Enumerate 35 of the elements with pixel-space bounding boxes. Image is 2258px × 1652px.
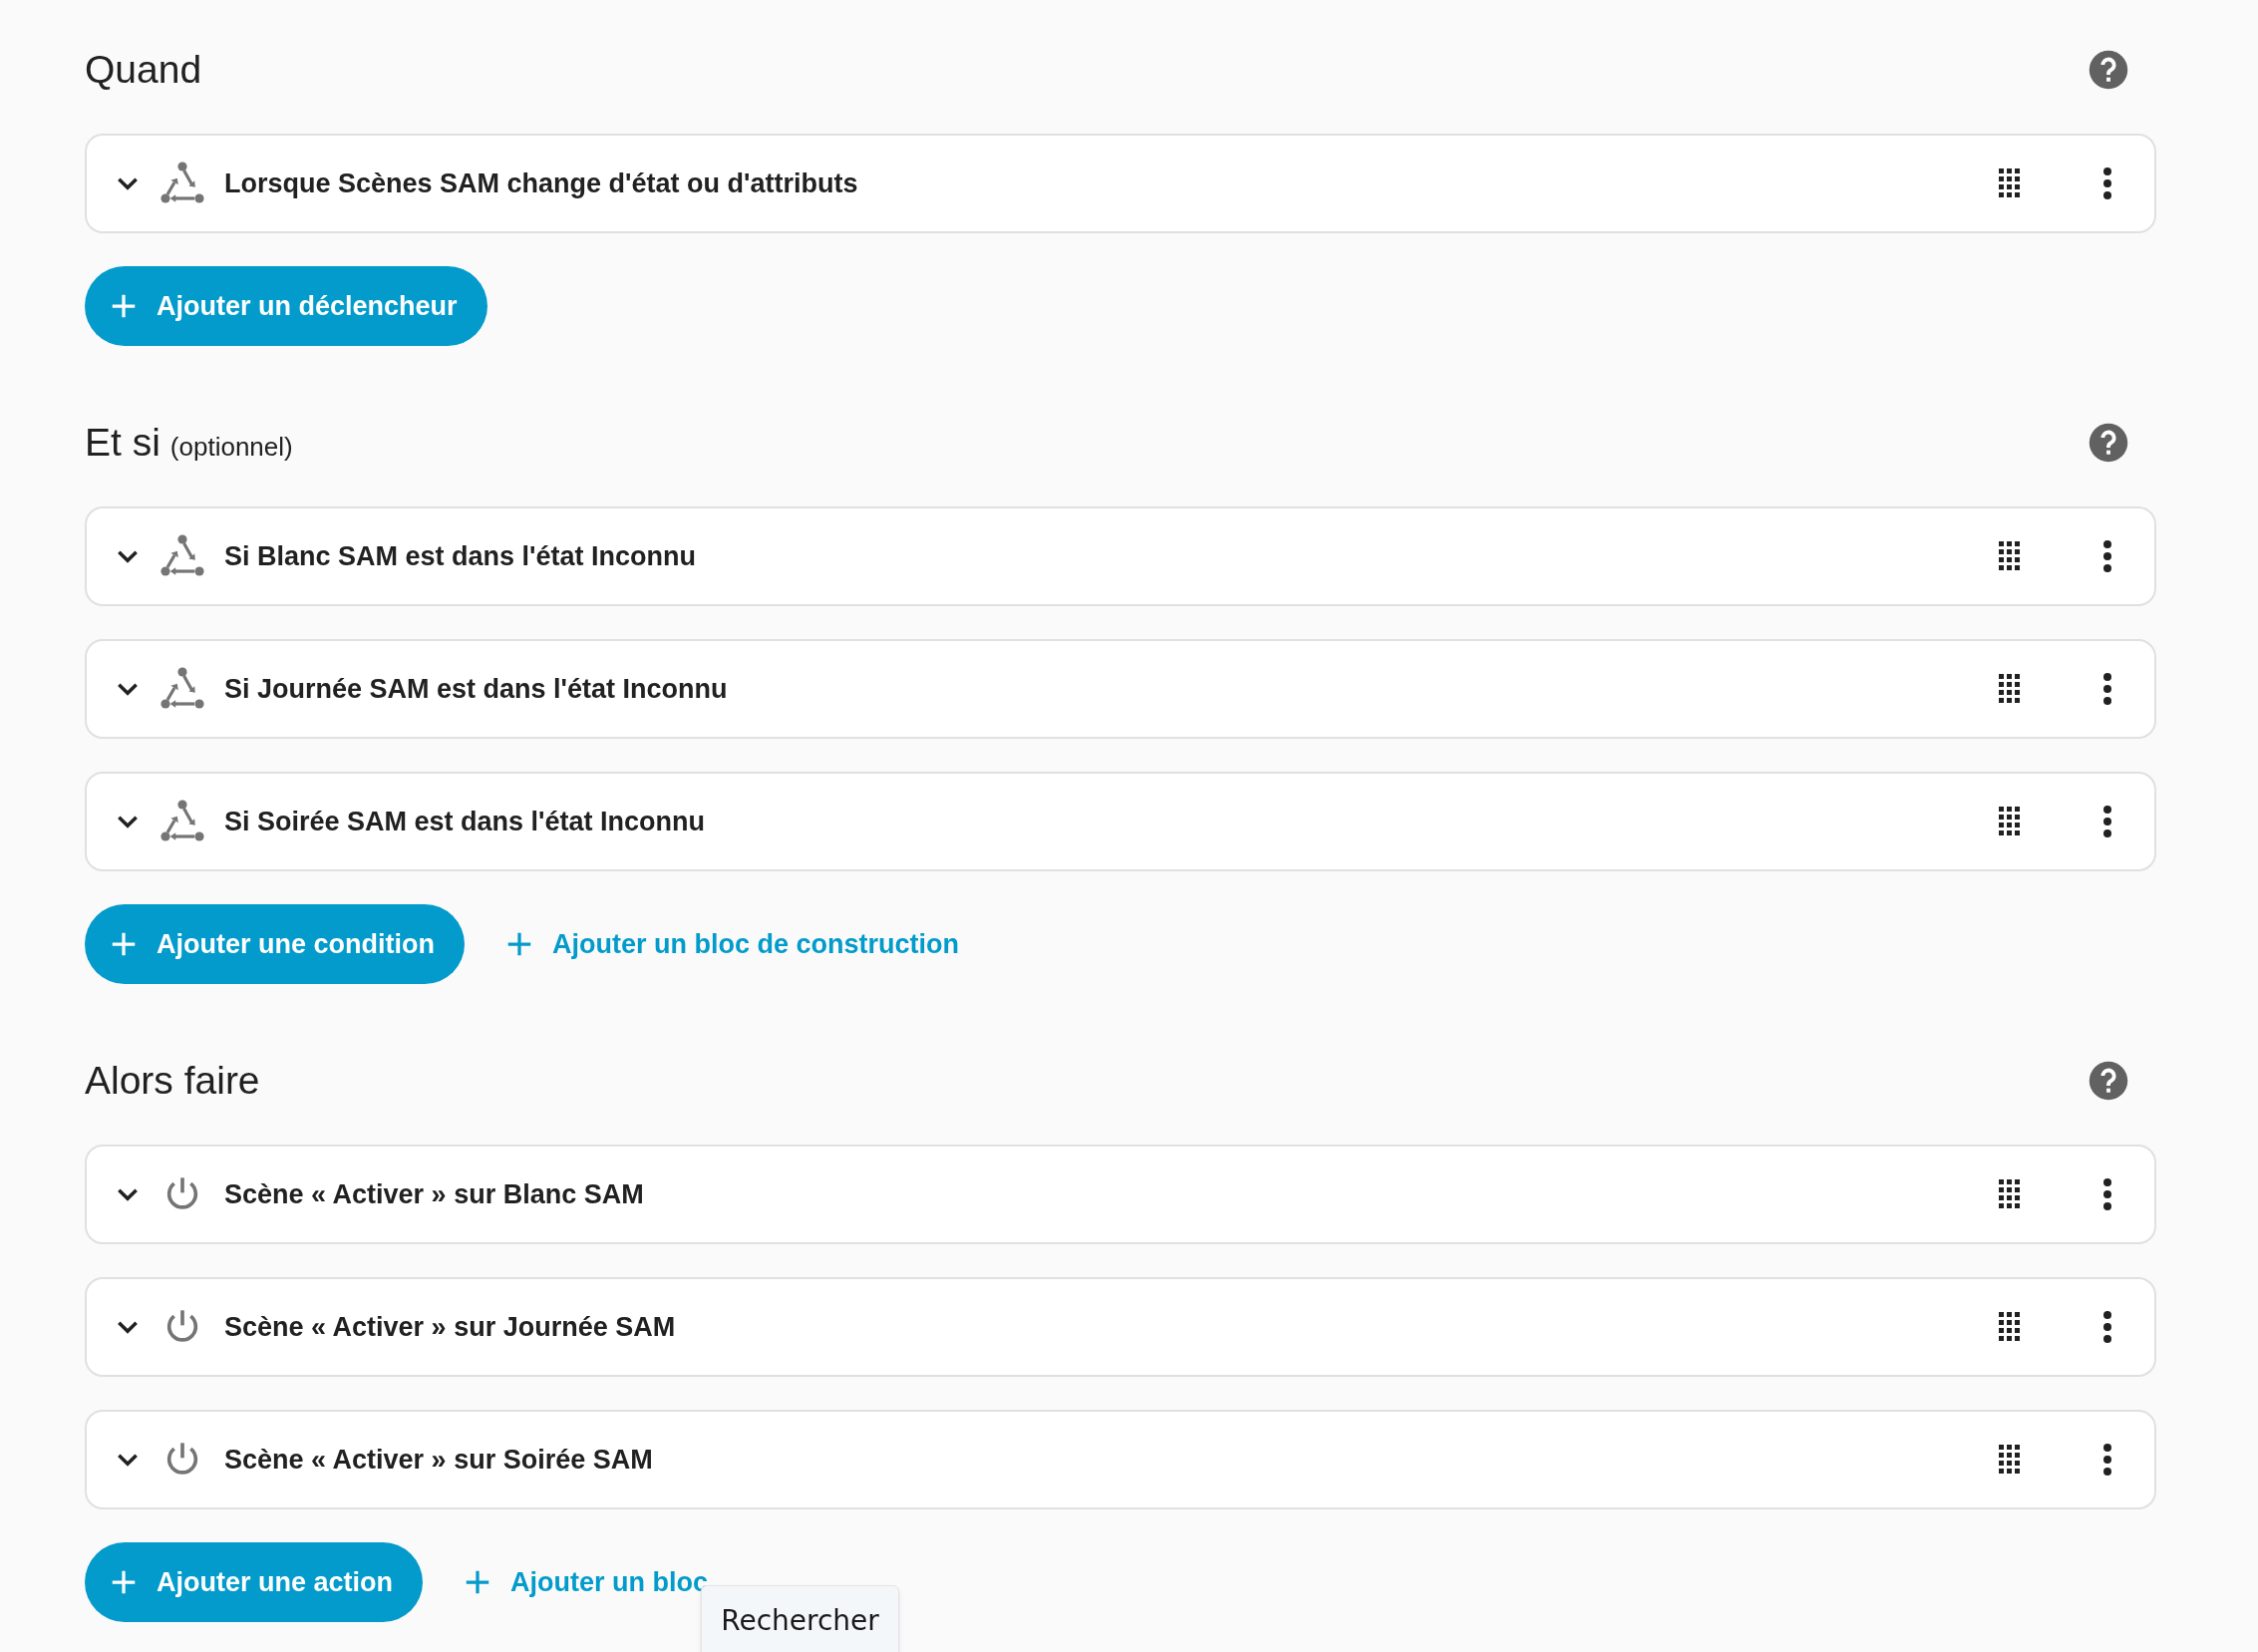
list-card[interactable]: Lorsque Scènes SAM change d'état ou d'attributs <box>85 134 2156 233</box>
more-options-icon[interactable] <box>2102 672 2112 706</box>
more-options-icon[interactable] <box>2102 1177 2112 1211</box>
list-card[interactable]: Scène « Activer » sur Blanc SAM <box>85 1145 2156 1244</box>
section-title: Et si <box>85 419 161 466</box>
card-title: Scène « Activer » sur Soirée SAM <box>224 1443 653 1477</box>
drag-handle-icon[interactable] <box>1999 1179 2021 1209</box>
card-title: Scène « Activer » sur Journée SAM <box>224 1310 676 1344</box>
drag-handle-icon[interactable] <box>1999 1312 2021 1342</box>
drag-handle-icon[interactable] <box>1999 807 2021 836</box>
list-card[interactable]: Si Journée SAM est dans l'état Inconnu <box>85 639 2156 739</box>
card-title: Scène « Activer » sur Blanc SAM <box>224 1177 644 1211</box>
section-title: Quand <box>85 46 202 93</box>
list-card[interactable]: Si Blanc SAM est dans l'état Inconnu <box>85 506 2156 606</box>
list-card[interactable]: Si Soirée SAM est dans l'état Inconnu <box>85 772 2156 871</box>
help-icon[interactable] <box>2088 49 2129 91</box>
more-options-icon[interactable] <box>2102 1310 2112 1344</box>
more-options-icon[interactable] <box>2102 1443 2112 1477</box>
section-title: Alors faire <box>85 1057 260 1104</box>
more-options-icon[interactable] <box>2102 805 2112 838</box>
card-title: Si Journée SAM est dans l'état Inconnu <box>224 672 728 706</box>
drag-handle-icon[interactable] <box>1999 674 2021 704</box>
card-title: Si Soirée SAM est dans l'état Inconnu <box>224 805 706 838</box>
help-icon[interactable] <box>2088 422 2129 464</box>
section-subtitle: (optionnel) <box>169 430 293 464</box>
drag-handle-icon[interactable] <box>1999 1445 2021 1475</box>
card-title: Lorsque Scènes SAM change d'état ou d'attributs <box>224 166 858 200</box>
more-options-icon[interactable] <box>2102 166 2112 200</box>
help-icon[interactable] <box>2088 1060 2129 1102</box>
list-card[interactable]: Scène « Activer » sur Soirée SAM <box>85 1410 2156 1509</box>
card-title: Si Blanc SAM est dans l'état Inconnu <box>224 539 696 573</box>
drag-handle-icon[interactable] <box>1999 168 2021 198</box>
drag-handle-icon[interactable] <box>1999 541 2021 571</box>
list-card[interactable]: Scène « Activer » sur Journée SAM <box>85 1277 2156 1377</box>
more-options-icon[interactable] <box>2102 539 2112 573</box>
